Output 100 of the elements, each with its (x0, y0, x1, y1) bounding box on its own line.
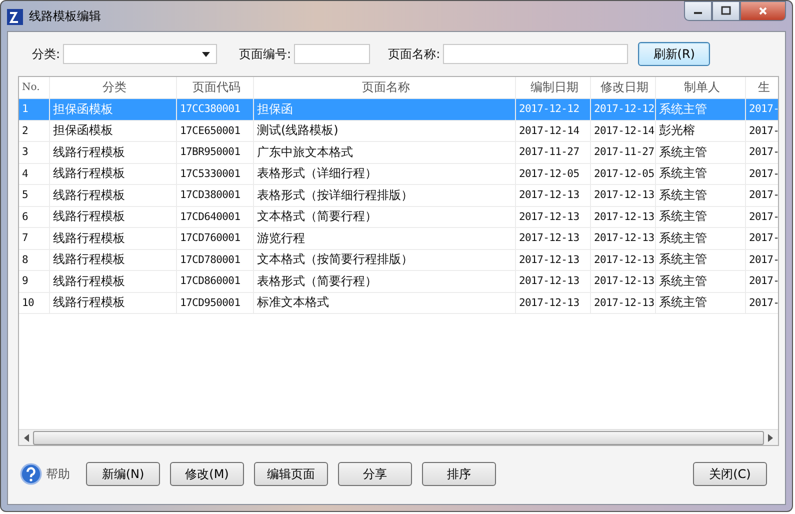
table-row[interactable]: 9 线路行程模板 17CD860001 表格形式（简要行程） 2017-12-13 2017-12-13 系统主管 2017- (19, 271, 778, 292)
maximize-icon (721, 6, 731, 16)
table-row[interactable]: 2 担保函模板 17CE650001 测试(线路模板) 2017-12-14 2017-12-14 彭光榕 2017- (19, 120, 778, 142)
window-title: 线路模板编辑 (29, 8, 101, 25)
action-button[interactable]: 修改(M) (170, 462, 244, 486)
column-header[interactable]: 修改日期 (591, 77, 656, 98)
table-cell: 文本格式（简要行程） (254, 206, 516, 227)
maximize-button[interactable] (712, 1, 740, 21)
column-header[interactable]: 制单人 (656, 77, 746, 98)
column-header[interactable]: No. (19, 77, 50, 98)
table-cell: 系统主管 (656, 206, 746, 227)
action-button[interactable]: 新编(N) (86, 462, 160, 486)
action-button[interactable]: 排序 (422, 462, 496, 486)
table-cell: 2017-12-05 (591, 164, 656, 184)
table-cell-text: 2017- (748, 231, 778, 246)
table-cell: 2017-12-13 (516, 292, 591, 313)
field-label: 页面编号: (239, 46, 292, 62)
table-cell: 系统主管 (656, 292, 746, 313)
table-cell: 17CD950001 (177, 292, 254, 313)
table-cell: 线路行程模板 (50, 228, 177, 248)
close-icon (758, 6, 768, 16)
column-header[interactable]: 页面名称 (254, 77, 516, 98)
column-header[interactable]: 生 (746, 77, 778, 98)
field-label: 分类: (32, 46, 60, 62)
scroll-left-icon (23, 434, 29, 442)
table-row[interactable]: 10 线路行程模板 17CD950001 标准文本格式 2017-12-13 2017-12-13 系统主管 2017- (19, 292, 778, 314)
column-header[interactable]: 页面代码 (177, 77, 254, 98)
table-row[interactable]: 4 线路行程模板 17C5330001 表格形式（详细行程） 2017-12-05 2017-12-05 系统主管 2017- (19, 164, 778, 185)
close-button[interactable] (740, 1, 786, 21)
table-cell: 2017-12-12 (591, 99, 656, 120)
table-cell-text: 2017- (748, 296, 778, 311)
table-row[interactable]: 8 线路行程模板 17CD780001 文本格式（按简要行程排版） 2017-12-13 2017-12-13 系统主管 2017- (19, 250, 778, 271)
table-cell-text: 2017- (748, 274, 778, 290)
table-row[interactable]: 5 线路行程模板 17CD380001 表格形式（按详细行程排版） 2017-12-13 2017-12-13 系统主管 2017- (19, 185, 778, 206)
table-cell: 2017-12-13 (516, 228, 591, 248)
table-cell: 系统主管 (656, 228, 746, 248)
table-cell: 4 (19, 164, 50, 184)
table-cell: 2017-12-13 (516, 250, 591, 270)
table-cell: 17CD380001 (177, 185, 254, 206)
field-label: 页面名称: (388, 46, 440, 62)
table-cell: 17BR950001 (177, 142, 254, 162)
table-cell: 8 (19, 250, 50, 270)
table-cell: 10 (19, 292, 50, 313)
table-cell: 2017-12-12 (516, 99, 591, 120)
table-cell: 2017-12-13 (591, 250, 656, 270)
table-cell: 2017-12-14 (516, 120, 591, 141)
input-field[interactable] (294, 44, 370, 64)
action-button[interactable]: 分享 (338, 462, 412, 486)
table-cell-text: 2017- (748, 145, 778, 160)
table-cell: 17CE650001 (177, 120, 254, 141)
table-cell: 17CC380001 (177, 99, 254, 120)
close-dialog-button[interactable]: 关闭(C) (693, 462, 767, 486)
table-cell: 2017-12-13 (591, 228, 656, 248)
table-cell: 17CD640001 (177, 206, 254, 227)
column-header[interactable]: 编制日期 (516, 77, 591, 98)
table-cell: 2017-12-13 (516, 185, 591, 206)
table-cell: 9 (19, 271, 50, 292)
table-cell: 2017-12-13 (591, 271, 656, 292)
horizontal-scrollbar[interactable] (19, 429, 778, 445)
table-cell: 彭光榕 (656, 120, 746, 141)
help-icon[interactable] (20, 463, 42, 485)
table-cell: 线路行程模板 (50, 142, 177, 162)
table-cell: 17C5330001 (177, 164, 254, 184)
app-icon (7, 8, 23, 24)
category-dropdown[interactable] (63, 44, 218, 64)
action-button[interactable]: 编辑页面 (254, 462, 328, 486)
table-cell-text: 2017- (748, 124, 778, 139)
table-cell: 2017-12-13 (591, 185, 656, 206)
table-cell: 2017-12-13 (591, 292, 656, 313)
scrollbar-thumb[interactable] (33, 430, 764, 444)
table-cell: 2017-12-13 (516, 206, 591, 227)
table-cell: 系统主管 (656, 142, 746, 162)
table-cell: 2017-11-27 (591, 142, 656, 162)
table-cell: 2017-11-27 (516, 142, 591, 162)
table-cell-text: 2017- (748, 210, 778, 225)
table-cell: 表格形式（详细行程） (254, 164, 516, 184)
table-cell: 系统主管 (656, 250, 746, 270)
table-cell: 2017-12-14 (591, 120, 656, 141)
table-cell: 标准文本格式 (254, 292, 516, 313)
table-cell: 7 (19, 228, 50, 248)
table-cell: 2017-12-05 (516, 164, 591, 184)
table-row[interactable]: 6 线路行程模板 17CD640001 文本格式（简要行程） 2017-12-13 2017-12-13 系统主管 2017- (19, 206, 778, 228)
table-cell: 2 (19, 120, 50, 141)
table-cell: 5 (19, 185, 50, 206)
table-row[interactable]: 3 线路行程模板 17BR950001 广东中旅文本格式 2017-11-27 2017-11-27 系统主管 2017- (19, 142, 778, 164)
refresh-button[interactable]: 刷新(R) (638, 42, 710, 66)
table-cell: 1 (19, 99, 50, 120)
table-cell-text: 2017- (748, 102, 778, 118)
table-cell: 测试(线路模板) (254, 120, 516, 141)
table-cell: 表格形式（按详细行程排版） (254, 185, 516, 206)
table-cell: 系统主管 (656, 99, 746, 120)
table-cell: 17CD780001 (177, 250, 254, 270)
minimize-button[interactable] (684, 1, 712, 21)
table-cell: 线路行程模板 (50, 206, 177, 227)
column-header[interactable]: 分类 (50, 77, 177, 98)
table-cell: 广东中旅文本格式 (254, 142, 516, 162)
help-link[interactable]: 帮助 (46, 466, 70, 482)
input-field[interactable] (443, 44, 628, 64)
table-cell: 线路行程模板 (50, 250, 177, 270)
table-row[interactable]: 7 线路行程模板 17CD760001 游览行程 2017-12-13 2017-12-13 系统主管 2017- (19, 228, 778, 250)
